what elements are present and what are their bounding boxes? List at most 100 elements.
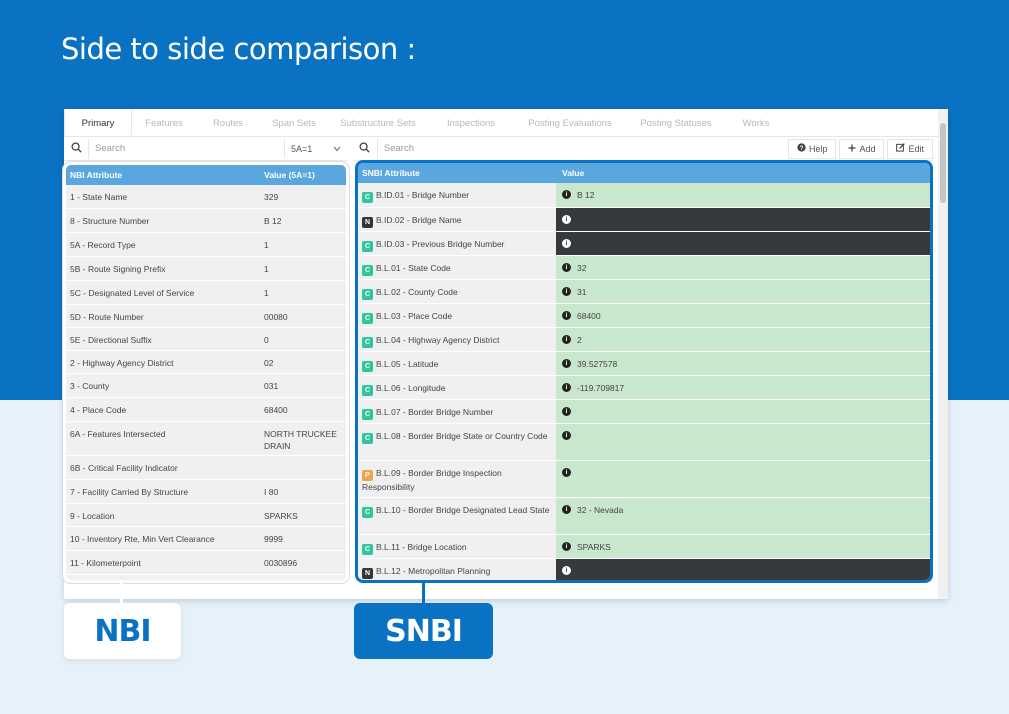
info-circle-icon[interactable]: i — [562, 287, 571, 296]
info-circle-icon[interactable]: i — [562, 468, 571, 477]
table-row[interactable]: 5D - Route Number 00080 — [66, 305, 346, 328]
nbi-table-body: 1 - State Name 329 8 - Structure Number B 1… — [66, 185, 346, 575]
table-row[interactable]: P B.L.09 - Border Bridge Inspection Respo… — [358, 461, 930, 498]
table-row[interactable]: N B.L.12 - Metropolitan Planning i — [358, 559, 930, 580]
info-circle-icon[interactable]: i — [562, 431, 571, 440]
table-row[interactable]: 8 - Structure Number B 12 — [66, 209, 346, 233]
table-row[interactable]: 1 - State Name 329 — [66, 185, 346, 209]
nbi-attribute-cell: 10 - Inventory Rte, Min Vert Clearance — [70, 534, 215, 544]
table-row[interactable]: 7 - Facility Carried By Structure I 80 — [66, 480, 346, 504]
status-badge: C — [362, 409, 373, 420]
info-circle-icon[interactable]: i — [562, 215, 571, 224]
table-row[interactable]: 5C - Designated Level of Service 1 — [66, 281, 346, 305]
table-row[interactable]: C B.L.03 - Place Code i 68400 — [358, 304, 930, 328]
tab-inspections[interactable]: Inspections — [428, 109, 514, 136]
snbi-attribute-cell: C B.L.02 - County Code — [358, 280, 556, 303]
tab-primary[interactable]: Primary — [64, 109, 132, 136]
snbi-attribute-label: B.L.01 - State Code — [376, 263, 451, 273]
table-row[interactable]: 4 - Place Code 68400 — [66, 398, 346, 422]
record-type-select[interactable]: 5A=1 — [284, 140, 347, 158]
table-row[interactable]: C B.L.11 - Bridge Location i SPARKS — [358, 535, 930, 559]
table-row[interactable]: C B.L.04 - Highway Agency District i 2 — [358, 328, 930, 352]
nbi-value-cell: 02 — [264, 358, 274, 368]
nbi-value-cell: SPARKS — [264, 511, 298, 521]
snbi-value-text: B 12 — [577, 190, 595, 200]
table-row[interactable]: C B.L.05 - Latitude i 39.527578 — [358, 352, 930, 376]
info-circle-icon[interactable]: i — [562, 359, 571, 368]
snbi-value-cell: i SPARKS — [556, 535, 930, 558]
nbi-value-cell: 031 — [264, 381, 279, 391]
info-circle-icon[interactable]: i — [562, 311, 571, 320]
snbi-value-text: -119.709817 — [577, 383, 625, 393]
snbi-value-cell: i — [556, 424, 930, 460]
snbi-value-cell: i 68400 — [556, 304, 930, 327]
nbi-search-input[interactable] — [88, 138, 278, 159]
info-circle-icon[interactable]: i — [562, 263, 571, 272]
table-row[interactable]: 5A - Record Type 1 — [66, 233, 346, 257]
nbi-label: NBI — [64, 603, 181, 659]
info-circle-icon[interactable]: i — [562, 190, 571, 199]
edit-button[interactable]: Edit — [887, 138, 933, 159]
table-row[interactable]: 9 - Location SPARKS — [66, 504, 346, 527]
snbi-connector — [422, 583, 425, 603]
nbi-attribute-cell: 6A - Features Intersected — [70, 429, 166, 439]
table-row[interactable]: C B.L.10 - Border Bridge Designated Lead … — [358, 498, 930, 535]
table-row[interactable]: C B.L.07 - Border Bridge Number i — [358, 400, 930, 424]
table-row[interactable]: 10 - Inventory Rte, Min Vert Clearance 99… — [66, 527, 346, 551]
tab-routes[interactable]: Routes — [196, 109, 260, 136]
table-row[interactable]: 6A - Features Intersected NORTH TRUCKEE D… — [66, 422, 346, 456]
nbi-attribute-cell: 7 - Facility Carried By Structure — [70, 487, 189, 497]
snbi-value-cell: i B 12 — [556, 183, 930, 207]
tab-features[interactable]: Features — [132, 109, 196, 136]
nbi-attribute-cell: 5A - Record Type — [70, 240, 136, 250]
snbi-value-cell: i — [556, 208, 930, 231]
status-badge: C — [362, 289, 373, 300]
info-circle-icon[interactable]: i — [562, 239, 571, 248]
table-row[interactable]: C B.L.06 - Longitude i -119.709817 — [358, 376, 930, 400]
table-row[interactable]: C B.L.01 - State Code i 32 — [358, 256, 930, 280]
snbi-attribute-cell: C B.L.05 - Latitude — [358, 352, 556, 375]
search-icon — [353, 140, 377, 158]
nbi-header-value: Value (5A=1) — [264, 170, 315, 180]
add-button[interactable]: Add — [839, 138, 885, 159]
tab-works[interactable]: Works — [726, 109, 786, 136]
table-row[interactable]: C B.L.02 - County Code i 31 — [358, 280, 930, 304]
snbi-value-cell: i — [556, 232, 930, 255]
snbi-attribute-label: B.L.10 - Border Bridge Designated Lead S… — [376, 505, 550, 515]
info-circle-icon[interactable]: i — [562, 335, 571, 344]
info-circle-icon[interactable]: i — [562, 505, 571, 514]
table-row[interactable]: 5B - Route Signing Prefix 1 — [66, 257, 346, 281]
nbi-attribute-cell: 9 - Location — [70, 511, 115, 521]
table-row[interactable]: 3 - County 031 — [66, 374, 346, 398]
table-row[interactable]: C B.ID.03 - Previous Bridge Number i — [358, 232, 930, 256]
table-row[interactable]: C B.L.08 - Border Bridge State or Country… — [358, 424, 930, 461]
nbi-attribute-cell: 8 - Structure Number — [70, 216, 150, 226]
info-circle-icon[interactable]: i — [562, 383, 571, 392]
tab-posting-statuses[interactable]: Posting Statuses — [626, 109, 726, 136]
info-circle-icon[interactable]: i — [562, 407, 571, 416]
table-row[interactable]: 5E - Directional Suffix 0 — [66, 328, 346, 351]
table-row[interactable]: 11 - Kilometerpoint 0030896 — [66, 551, 346, 575]
snbi-value-text: SPARKS — [577, 542, 611, 552]
snbi-search-input[interactable] — [376, 138, 785, 159]
snbi-attribute-cell: C B.L.08 - Border Bridge State or Country… — [358, 424, 556, 460]
snbi-value-text: 2 — [577, 335, 582, 345]
snbi-table-body: C B.ID.01 - Bridge Number i B 12 N B.ID.02 - … — [358, 183, 930, 580]
info-circle-icon[interactable]: i — [562, 542, 571, 551]
help-button[interactable]: ? Help — [787, 138, 837, 159]
svg-text:?: ? — [800, 145, 804, 152]
snbi-value-cell: i 32 — [556, 256, 930, 279]
snbi-attribute-label: B.L.07 - Border Bridge Number — [376, 407, 494, 417]
table-row[interactable]: N B.ID.02 - Bridge Name i — [358, 208, 930, 232]
table-row[interactable]: C B.ID.01 - Bridge Number i B 12 — [358, 183, 930, 208]
pencil-square-icon — [896, 143, 906, 154]
tab-posting-evaluations[interactable]: Posting Evaluations — [514, 109, 626, 136]
tab-substructure-sets[interactable]: Substructure Sets — [328, 109, 428, 136]
info-circle-icon[interactable]: i — [562, 566, 571, 575]
nbi-value-cell: 1 — [264, 240, 269, 250]
scrollbar-thumb[interactable] — [940, 123, 946, 203]
table-row[interactable]: 2 - Highway Agency District 02 — [66, 351, 346, 374]
table-row[interactable]: 6B - Critical Facility Indicator — [66, 456, 346, 480]
snbi-value-text: 31 — [577, 287, 587, 297]
tab-span-sets[interactable]: Span Sets — [260, 109, 328, 136]
